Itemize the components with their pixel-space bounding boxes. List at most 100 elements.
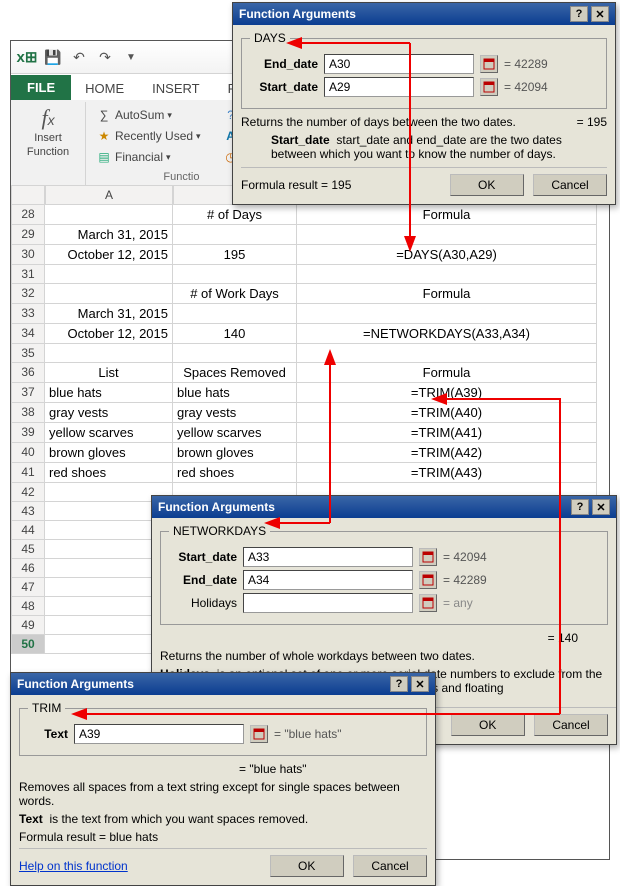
row-header[interactable]: 39 (11, 423, 45, 443)
cell[interactable] (173, 225, 297, 245)
cell[interactable]: blue hats (173, 383, 297, 403)
cancel-button[interactable]: Cancel (534, 714, 608, 736)
row-header[interactable]: 31 (11, 265, 45, 284)
start-date-input[interactable] (243, 547, 413, 567)
cell[interactable]: October 12, 2015 (45, 245, 173, 265)
ok-button[interactable]: OK (270, 855, 344, 877)
autosum-button[interactable]: ∑AutoSum ▾ (94, 105, 203, 125)
cell[interactable]: =DAYS(A30,A29) (297, 245, 597, 265)
row-header[interactable]: 43 (11, 502, 45, 521)
cell[interactable]: List (45, 363, 173, 383)
row-header[interactable]: 36 (11, 363, 45, 383)
text-input[interactable] (74, 724, 244, 744)
cell[interactable]: March 31, 2015 (45, 304, 173, 324)
close-icon[interactable]: ✕ (411, 676, 429, 692)
ok-button[interactable]: OK (450, 174, 524, 196)
row-header[interactable]: 30 (11, 245, 45, 265)
cancel-button[interactable]: Cancel (533, 174, 607, 196)
cell[interactable]: Formula (297, 363, 597, 383)
redo-icon[interactable]: ↷ (94, 46, 116, 68)
recently-used-button[interactable]: ★Recently Used ▾ (94, 126, 203, 146)
row-header[interactable]: 50 (11, 635, 45, 654)
cell[interactable]: =TRIM(A42) (297, 443, 597, 463)
cell[interactable]: yellow scarves (45, 423, 173, 443)
cell[interactable]: gray vests (45, 403, 173, 423)
range-picker-icon[interactable] (419, 594, 437, 612)
cell[interactable] (45, 265, 173, 284)
row-header[interactable]: 34 (11, 324, 45, 344)
financial-button[interactable]: ▤Financial ▾ (94, 147, 203, 167)
cell[interactable]: blue hats (45, 383, 173, 403)
close-icon[interactable]: ✕ (592, 499, 610, 515)
row-header[interactable]: 33 (11, 304, 45, 324)
cell[interactable]: 140 (173, 324, 297, 344)
range-picker-icon[interactable] (419, 548, 437, 566)
row-header[interactable]: 45 (11, 540, 45, 559)
dialog-title-bar[interactable]: Function Arguments ? ✕ (233, 3, 615, 25)
row-header[interactable]: 47 (11, 578, 45, 597)
help-icon[interactable]: ? (390, 676, 408, 692)
cell[interactable]: # of Work Days (173, 284, 297, 304)
close-icon[interactable]: ✕ (591, 6, 609, 22)
cell[interactable] (173, 304, 297, 324)
cell[interactable]: =NETWORKDAYS(A33,A34) (297, 324, 597, 344)
fx-icon[interactable]: fx (41, 105, 54, 131)
row-header[interactable]: 41 (11, 463, 45, 483)
cell[interactable]: brown gloves (45, 443, 173, 463)
range-picker-icon[interactable] (419, 571, 437, 589)
cell[interactable]: gray vests (173, 403, 297, 423)
tab-insert[interactable]: INSERT (138, 76, 213, 100)
row-header[interactable]: 32 (11, 284, 45, 304)
range-picker-icon[interactable] (250, 725, 268, 743)
end-date-input[interactable] (324, 54, 474, 74)
cell[interactable] (173, 344, 297, 363)
cell[interactable] (297, 304, 597, 324)
cell[interactable]: Formula (297, 205, 597, 225)
qat-dropdown-icon[interactable]: ▼ (120, 46, 142, 68)
help-link[interactable]: Help on this function (19, 859, 128, 873)
cell[interactable]: # of Days (173, 205, 297, 225)
corner-header[interactable] (11, 186, 45, 205)
cell[interactable] (297, 225, 597, 245)
col-header-a[interactable]: A (45, 186, 173, 205)
row-header[interactable]: 44 (11, 521, 45, 540)
help-icon[interactable]: ? (571, 499, 589, 515)
dialog-title-bar[interactable]: Function Arguments ? ✕ (11, 673, 435, 695)
cell[interactable]: =TRIM(A40) (297, 403, 597, 423)
row-header[interactable]: 42 (11, 483, 45, 502)
row-header[interactable]: 49 (11, 616, 45, 635)
undo-icon[interactable]: ↶ (68, 46, 90, 68)
insert-function-button[interactable]: InsertFunction (19, 131, 77, 159)
cell[interactable] (45, 284, 173, 304)
cell[interactable]: brown gloves (173, 443, 297, 463)
row-header[interactable]: 40 (11, 443, 45, 463)
row-header[interactable]: 48 (11, 597, 45, 616)
row-header[interactable]: 29 (11, 225, 45, 245)
row-header[interactable]: 37 (11, 383, 45, 403)
cell[interactable] (45, 344, 173, 363)
row-header[interactable]: 28 (11, 205, 45, 225)
end-date-input[interactable] (243, 570, 413, 590)
cell[interactable]: red shoes (45, 463, 173, 483)
row-header[interactable]: 38 (11, 403, 45, 423)
tab-home[interactable]: HOME (71, 76, 138, 100)
holidays-input[interactable] (243, 593, 413, 613)
cell[interactable]: yellow scarves (173, 423, 297, 443)
tab-file[interactable]: FILE (11, 75, 71, 100)
cell[interactable]: Formula (297, 284, 597, 304)
cell[interactable] (45, 205, 173, 225)
range-picker-icon[interactable] (480, 78, 498, 96)
cell[interactable] (173, 265, 297, 284)
row-header[interactable]: 46 (11, 559, 45, 578)
help-icon[interactable]: ? (570, 6, 588, 22)
save-icon[interactable]: 💾 (42, 46, 64, 68)
cell[interactable]: =TRIM(A41) (297, 423, 597, 443)
cell[interactable]: 195 (173, 245, 297, 265)
cell[interactable]: October 12, 2015 (45, 324, 173, 344)
cancel-button[interactable]: Cancel (353, 855, 427, 877)
cell[interactable] (297, 265, 597, 284)
range-picker-icon[interactable] (480, 55, 498, 73)
cell[interactable]: =TRIM(A43) (297, 463, 597, 483)
cell[interactable]: March 31, 2015 (45, 225, 173, 245)
start-date-input[interactable] (324, 77, 474, 97)
